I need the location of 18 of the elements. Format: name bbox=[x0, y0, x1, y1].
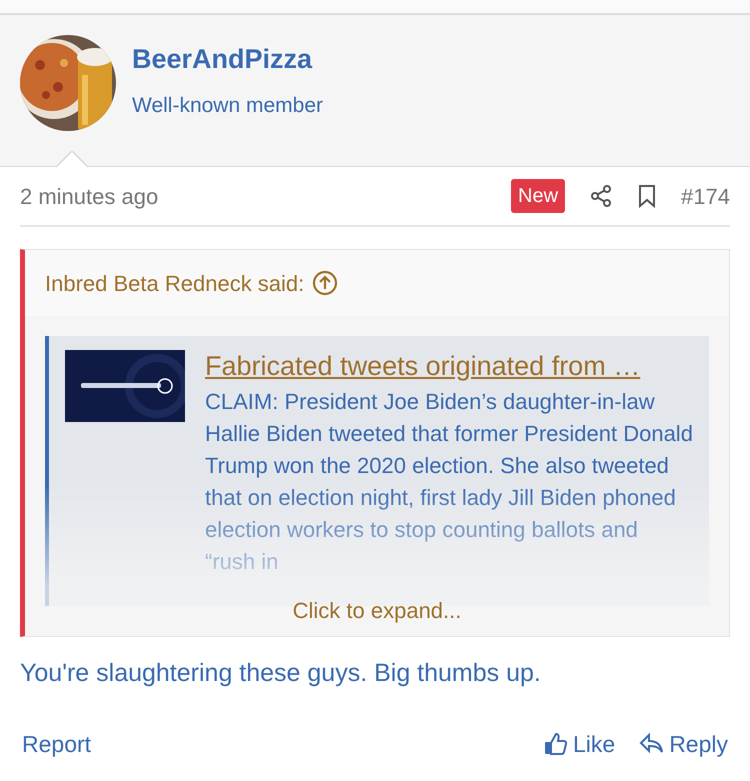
user-title: Well-known member bbox=[132, 92, 323, 118]
quote-attribution: Inbred Beta Redneck said: bbox=[45, 270, 304, 298]
post-message: You're slaughtering these guys. Big thumbs up. bbox=[19, 658, 542, 689]
bookmark-icon[interactable] bbox=[637, 184, 658, 208]
reply-button[interactable]: Reply bbox=[639, 726, 728, 761]
report-link[interactable]: Report bbox=[22, 726, 92, 761]
link-preview-description: CLAIM: President Joe Biden’s daughter-in-law Hallie Biden tweeted that former President Donald Trump won the 2020 election. She also tweeted that on election night, first lady Jill Biden phoned election workers to stop counting ballots and “rush in bbox=[205, 388, 693, 576]
expand-link[interactable]: Click to expand... bbox=[292, 598, 462, 623]
share-icon[interactable] bbox=[589, 184, 614, 208]
jump-up-icon[interactable] bbox=[312, 270, 338, 296]
post-number-link[interactable]: #174 bbox=[681, 180, 730, 212]
username-link[interactable]: BeerAndPizza bbox=[132, 39, 323, 80]
like-button[interactable]: Like bbox=[542, 726, 616, 761]
thumbs-up-icon bbox=[542, 730, 569, 757]
link-preview-title[interactable]: Fabricated tweets originated from … bbox=[205, 350, 693, 382]
new-badge: New bbox=[511, 179, 566, 213]
reply-icon bbox=[639, 732, 666, 756]
post-time[interactable]: 2 minutes ago bbox=[20, 180, 158, 212]
